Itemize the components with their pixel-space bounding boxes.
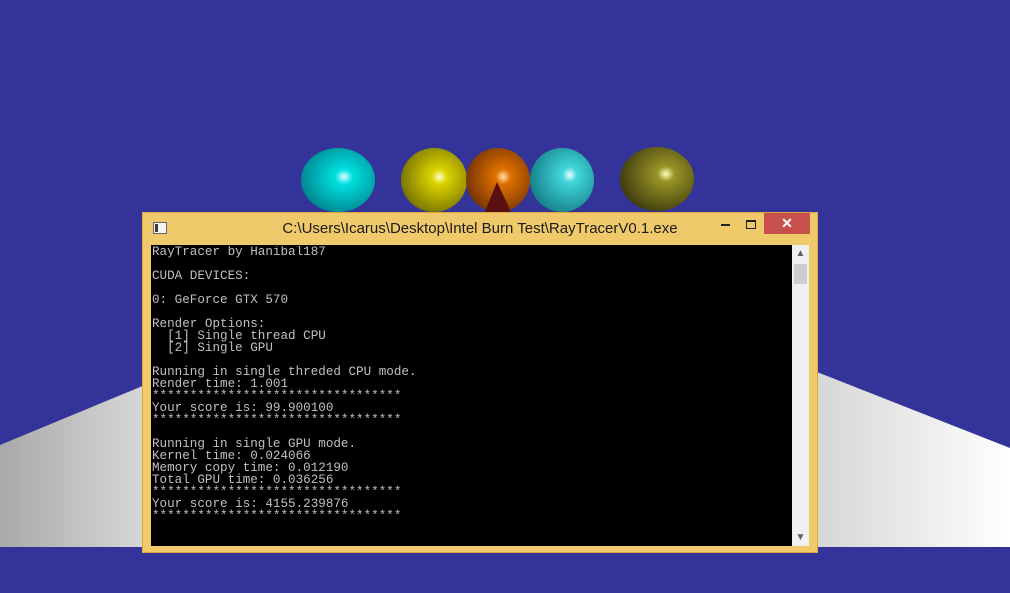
scrollbar-thumb[interactable] bbox=[794, 264, 807, 284]
console-app-icon[interactable] bbox=[153, 222, 167, 234]
scroll-down-arrow-icon[interactable]: ▼ bbox=[792, 529, 809, 546]
console-line: ********************************* bbox=[152, 413, 402, 427]
console-line: [2] Single GPU bbox=[152, 341, 273, 355]
console-line: ********************************* bbox=[152, 509, 402, 522]
maximize-icon bbox=[746, 219, 756, 229]
minimize-icon bbox=[720, 224, 730, 227]
title-bar[interactable]: C:\Users\Icarus\Desktop\Intel Burn Test\… bbox=[143, 213, 817, 244]
console-window: C:\Users\Icarus\Desktop\Intel Burn Test\… bbox=[142, 212, 818, 553]
close-button[interactable]: ✕ bbox=[764, 213, 810, 234]
console-line: RayTracer by Hanibal187 bbox=[152, 246, 326, 259]
sphere-olive bbox=[620, 147, 694, 211]
console-line: 0: GeForce GTX 570 bbox=[152, 293, 289, 307]
console-output-area[interactable]: RayTracer by Hanibal187 CUDA DEVICES: 0:… bbox=[151, 245, 809, 546]
maximize-button[interactable] bbox=[738, 213, 764, 234]
close-icon: ✕ bbox=[781, 215, 793, 231]
minimize-button[interactable] bbox=[712, 213, 738, 234]
sphere-cyan bbox=[301, 148, 375, 212]
console-line: CUDA DEVICES: bbox=[152, 269, 251, 283]
scroll-up-arrow-icon[interactable]: ▲ bbox=[792, 245, 809, 262]
window-title: C:\Users\Icarus\Desktop\Intel Burn Test\… bbox=[282, 220, 678, 237]
vertical-scrollbar[interactable]: ▲ ▼ bbox=[792, 245, 809, 546]
sphere-light-cyan bbox=[530, 148, 594, 212]
sphere-yellow bbox=[401, 148, 467, 212]
console-text: RayTracer by Hanibal187 CUDA DEVICES: 0:… bbox=[152, 246, 792, 522]
